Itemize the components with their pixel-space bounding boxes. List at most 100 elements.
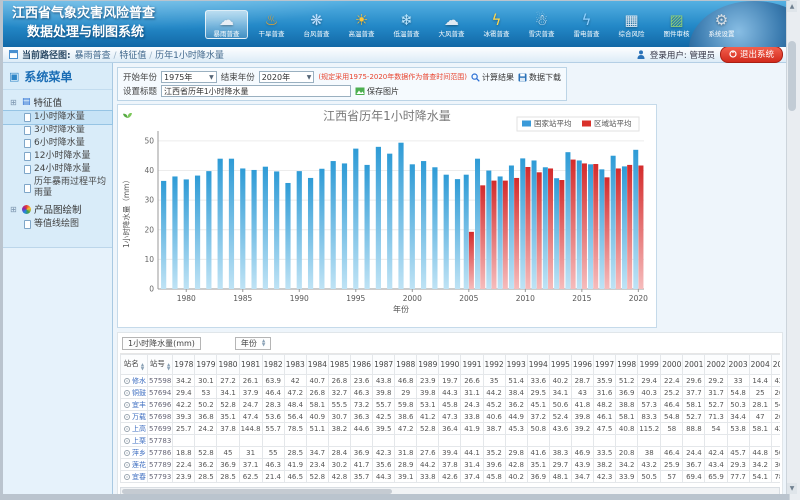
station-id-sort-header[interactable]: 站号▲▼	[148, 355, 173, 375]
bar-national-1996[interactable]	[364, 165, 369, 289]
station-name-link[interactable]: 宜春	[132, 472, 146, 482]
year-column-header[interactable]: 1994	[527, 355, 549, 375]
radio-icon[interactable]	[124, 414, 130, 420]
bar-national-2020[interactable]	[633, 150, 638, 289]
bar-regional-2012[interactable]	[548, 168, 553, 289]
bar-regional-2011[interactable]	[537, 172, 542, 289]
year-column-header[interactable]: 1999	[638, 355, 661, 375]
station-name-cell[interactable]: 上栗	[121, 435, 148, 447]
horizontal-scrollbar[interactable]	[120, 487, 780, 494]
breadcrumb-item[interactable]: 特征值	[119, 51, 146, 61]
scroll-down-arrow[interactable]: ▼	[787, 483, 797, 494]
station-name-cell[interactable]: 上高	[121, 423, 148, 435]
bar-regional-2015[interactable]	[582, 163, 587, 289]
year-column-header[interactable]: 1993	[505, 355, 527, 375]
bar-national-1979[interactable]	[172, 176, 177, 289]
sidebar-item[interactable]: 3小时降水量	[3, 124, 112, 137]
year-column-header[interactable]: 1988	[395, 355, 417, 375]
year-column-header[interactable]: 1992	[483, 355, 505, 375]
year-column-header[interactable]: 2004	[749, 355, 771, 375]
year-column-header[interactable]: 1991	[461, 355, 483, 375]
breadcrumb-item[interactable]: 暴雨普查	[75, 51, 111, 61]
toolbar-item-lightning[interactable]: ϟ雷电普查	[565, 10, 608, 39]
station-name-cell[interactable]: 万载	[121, 411, 148, 423]
year-column-header[interactable]: 1986	[350, 355, 372, 375]
radio-icon[interactable]	[124, 438, 130, 444]
bar-national-1988[interactable]	[274, 171, 279, 289]
bar-national-2013[interactable]	[554, 178, 559, 289]
station-name-cell[interactable]: 宜丰	[121, 399, 148, 411]
tree-toggle-icon[interactable]: ⊞	[10, 205, 19, 214]
toolbar-item-typhoon[interactable]: ❋台风普查	[295, 10, 338, 39]
bar-national-1990[interactable]	[297, 171, 302, 289]
bar-regional-2018[interactable]	[616, 168, 621, 289]
year-column-header[interactable]: 1982	[262, 355, 284, 375]
station-name-cell[interactable]: 铜鼓	[121, 387, 148, 399]
bar-national-2010[interactable]	[520, 158, 525, 289]
table-scroll-area[interactable]: 站名▲▼站号▲▼19781979198019811982198319841985…	[120, 353, 780, 485]
toolbar-item-snow[interactable]: ☃雪灾普查	[520, 10, 563, 39]
radio-icon[interactable]	[124, 474, 130, 480]
year-column-header[interactable]: 1990	[439, 355, 461, 375]
bar-national-2016[interactable]	[588, 164, 593, 289]
sidebar-item[interactable]: 6小时降水量	[3, 137, 112, 150]
bar-national-2014[interactable]	[565, 152, 570, 289]
bar-national-2011[interactable]	[532, 160, 537, 289]
bar-national-2004[interactable]	[455, 179, 460, 289]
year-column-header[interactable]: 1989	[417, 355, 439, 375]
calc-result-button[interactable]: 计算结果	[471, 72, 514, 83]
station-name-link[interactable]: 上高	[132, 424, 146, 434]
bar-regional-2005[interactable]	[469, 232, 474, 289]
bar-national-2005[interactable]	[464, 175, 469, 289]
toolbar-item-hail[interactable]: ϟ冰雹普查	[475, 10, 518, 39]
station-name-link[interactable]: 宜丰	[132, 400, 146, 410]
bar-national-1998[interactable]	[387, 154, 392, 289]
vscroll-thumb[interactable]	[788, 41, 796, 111]
year-column-header[interactable]: 2000	[661, 355, 683, 375]
year-column-header[interactable]: 1979	[195, 355, 217, 375]
bar-national-1994[interactable]	[342, 163, 347, 289]
breadcrumb-item[interactable]: 历年1小时降水量	[155, 51, 224, 61]
bar-national-2009[interactable]	[509, 166, 514, 289]
station-name-link[interactable]: 莲花	[132, 460, 146, 470]
sidebar-group-node[interactable]: ⊞产品图绘制	[3, 200, 112, 218]
radio-icon[interactable]	[124, 402, 130, 408]
year-column-header[interactable]: 2003	[727, 355, 749, 375]
bar-regional-2020[interactable]	[638, 166, 643, 289]
bar-national-2019[interactable]	[622, 166, 627, 289]
logout-button[interactable]: 退出系统	[720, 46, 783, 63]
data-download-button[interactable]: 数据下载	[518, 72, 561, 83]
bar-regional-2014[interactable]	[571, 160, 576, 289]
bar-national-1985[interactable]	[240, 168, 245, 289]
bar-national-1983[interactable]	[218, 159, 223, 289]
bar-national-1978[interactable]	[161, 181, 166, 289]
bar-regional-2006[interactable]	[480, 185, 485, 289]
bar-regional-2009[interactable]	[514, 178, 519, 289]
save-image-button[interactable]: 保存图片	[355, 86, 399, 97]
scroll-up-arrow[interactable]: ▲	[787, 1, 797, 12]
station-name-link[interactable]: 上栗	[132, 436, 146, 446]
year-column-header[interactable]: 1985	[328, 355, 350, 375]
toolbar-item-risk-calc[interactable]: ▦综合风险	[610, 10, 653, 39]
toolbar-item-high-temp[interactable]: ☀高温普查	[340, 10, 383, 39]
radio-icon[interactable]	[124, 390, 130, 396]
year-column-header[interactable]: 1998	[616, 355, 638, 375]
bar-national-2017[interactable]	[599, 169, 604, 289]
station-name-cell[interactable]: 莲花	[121, 459, 148, 471]
station-name-cell[interactable]: 萍乡	[121, 447, 148, 459]
bar-national-2006[interactable]	[475, 159, 480, 289]
year-column-header[interactable]: 1995	[549, 355, 571, 375]
sidebar-item[interactable]: 1小时降水量	[3, 111, 112, 124]
year-column-header[interactable]: 1981	[239, 355, 262, 375]
bar-national-1987[interactable]	[263, 167, 268, 289]
sidebar-item[interactable]: 历年暴雨过程平均雨量	[3, 176, 112, 200]
year-column-header[interactable]: 1996	[571, 355, 593, 375]
chart-title-input[interactable]	[161, 85, 351, 97]
tree-toggle-icon[interactable]: ⊞	[10, 98, 19, 107]
bar-national-2002[interactable]	[432, 167, 437, 289]
station-name-link[interactable]: 铜鼓	[132, 388, 146, 398]
bar-national-1991[interactable]	[308, 178, 313, 289]
end-year-select[interactable]: 2020年▼	[259, 71, 315, 83]
bar-regional-2007[interactable]	[492, 181, 497, 289]
radio-icon[interactable]	[124, 426, 130, 432]
